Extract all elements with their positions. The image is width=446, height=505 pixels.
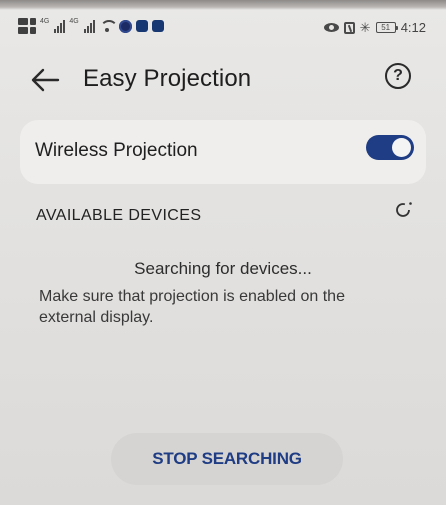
clock: 4:12 xyxy=(400,20,426,35)
page-title: Easy Projection xyxy=(83,65,252,92)
signal-label-2: 4G xyxy=(69,18,79,25)
sim-icon xyxy=(18,18,36,34)
projection-hint: Make sure that projection is enabled on … xyxy=(39,288,345,326)
wireless-projection-toggle[interactable] xyxy=(366,135,414,160)
battery-icon: 51 xyxy=(375,22,398,33)
help-icon[interactable]: ? xyxy=(385,63,411,89)
signal-strength-icon-2 xyxy=(83,19,95,33)
app-notification-icon xyxy=(118,19,132,33)
screen: 4G 4G ✳ 51 4:12 Easy Projection ? Wirele… xyxy=(0,0,446,505)
arrow-left-icon[interactable] xyxy=(30,66,60,94)
searching-status: Searching for devices... xyxy=(134,259,312,278)
status-bar: 4G 4G ✳ 51 4:12 xyxy=(0,10,446,48)
app-notification-icon-2 xyxy=(135,20,148,32)
app-header: Easy Projection ? xyxy=(0,52,446,110)
refresh-icon[interactable] xyxy=(395,200,413,218)
device-bezel-edge xyxy=(0,0,446,10)
eye-comfort-icon xyxy=(323,23,339,32)
available-devices-title: AVAILABLE DEVICES xyxy=(36,207,202,224)
bluetooth-icon: ✳ xyxy=(359,20,371,35)
wireless-projection-card[interactable]: Wireless Projection xyxy=(20,120,426,184)
status-bar-right: ✳ 51 4:12 xyxy=(323,20,426,35)
wifi-icon xyxy=(99,19,118,33)
wireless-projection-label: Wireless Projection xyxy=(35,140,198,161)
toggle-knob xyxy=(392,138,411,157)
signal-strength-icon xyxy=(54,19,66,33)
app-notification-icon-3 xyxy=(151,20,164,32)
status-bar-left: 4G 4G xyxy=(18,18,164,34)
stop-searching-button[interactable]: STOP SEARCHING xyxy=(111,433,343,485)
signal-label-1: 4G xyxy=(40,18,50,25)
nfc-icon xyxy=(343,21,355,34)
